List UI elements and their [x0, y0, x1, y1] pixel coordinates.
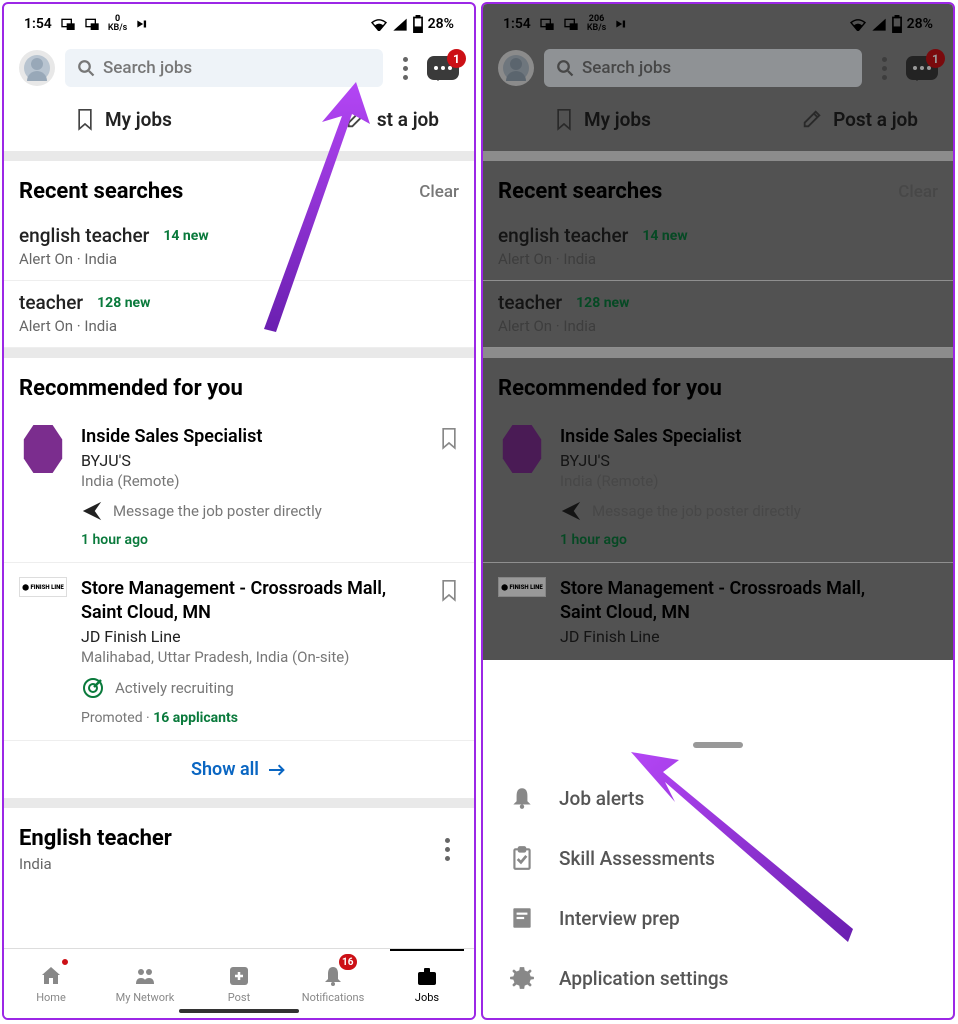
network-speed: 0KB/s — [108, 15, 127, 33]
status-bar: 1:54 0KB/s 28% — [4, 4, 474, 44]
briefcase-icon — [415, 964, 439, 988]
edit-icon — [801, 108, 823, 130]
my-jobs-tab[interactable]: My jobs — [554, 107, 651, 131]
avatar[interactable] — [19, 50, 55, 86]
company-logo: ⬤ FINISH LINE — [498, 577, 546, 625]
clear-button[interactable]: Clear — [419, 182, 459, 202]
job-card[interactable]: Inside Sales Specialist BYJU'S India (Re… — [483, 411, 953, 563]
nav-post[interactable]: Post — [192, 949, 286, 1018]
indicator-icon — [135, 17, 149, 31]
status-bar: 1:54 206KB/s 28% — [483, 4, 953, 44]
battery-text: 28% — [907, 16, 933, 32]
bookmark-icon — [75, 107, 95, 131]
bottom-sheet: Job alerts Skill Assessments Interview p… — [483, 728, 953, 1018]
company-logo — [19, 425, 67, 473]
pip-icon-2 — [84, 16, 100, 32]
plus-icon — [227, 964, 251, 988]
messages-button[interactable]: 1 — [906, 56, 938, 80]
battery-icon — [412, 15, 424, 33]
sheet-application-settings[interactable]: Application settings — [483, 948, 953, 1008]
nav-badge: 16 — [339, 954, 356, 970]
job-card[interactable]: ⬤ FINISH LINE Store Management - Crossro… — [4, 563, 474, 741]
job-card[interactable]: ⬤ FINISH LINE Store Management - Crossro… — [483, 563, 953, 660]
home-handle[interactable] — [179, 1009, 299, 1013]
messages-badge: 1 — [447, 49, 466, 68]
show-all-button[interactable]: Show all — [4, 741, 474, 798]
search-input[interactable]: Search jobs — [65, 49, 383, 87]
send-icon — [560, 500, 582, 522]
search-icon — [556, 59, 574, 77]
recent-searches-title: Recent searches — [19, 179, 183, 204]
home-icon — [39, 964, 63, 988]
sheet-handle[interactable] — [693, 742, 743, 748]
pip-icon — [539, 16, 555, 32]
status-time: 1:54 — [24, 16, 52, 32]
more-button[interactable] — [435, 826, 459, 873]
bell-icon — [509, 785, 535, 811]
post-job-tab[interactable]: Post a job — [801, 107, 918, 131]
avatar[interactable] — [498, 50, 534, 86]
bookmark-button[interactable] — [918, 577, 938, 646]
target-icon — [81, 676, 105, 700]
recent-searches-title: Recent searches — [498, 179, 662, 204]
job-card[interactable]: Inside Sales Specialist BYJU'S India (Re… — [4, 411, 474, 563]
signal-icon — [392, 17, 408, 31]
nav-notifications[interactable]: Notifications 16 — [286, 949, 380, 1018]
nav-badge — [60, 957, 70, 967]
more-menu-button[interactable] — [393, 57, 417, 80]
recommended-title: Recommended for you — [19, 376, 243, 401]
search-icon — [77, 59, 95, 77]
signal-icon — [871, 17, 887, 31]
network-speed: 206KB/s — [587, 15, 606, 33]
wifi-icon — [849, 17, 867, 31]
clear-button[interactable]: Clear — [898, 182, 938, 202]
recent-search-item[interactable]: teacher 128 new Alert On · India — [4, 281, 474, 348]
battery-icon — [891, 15, 903, 33]
more-menu-button[interactable] — [872, 57, 896, 80]
status-time: 1:54 — [503, 16, 531, 32]
sheet-interview-prep[interactable]: Interview prep — [483, 888, 953, 948]
bookmark-button[interactable] — [439, 577, 459, 726]
bookmark-button[interactable] — [918, 425, 938, 548]
nav-network[interactable]: My Network — [98, 949, 192, 1018]
arrow-right-icon — [267, 762, 287, 778]
post-job-tab[interactable]: st a job — [345, 107, 439, 131]
network-icon — [133, 964, 157, 988]
my-jobs-tab[interactable]: My jobs — [75, 107, 172, 131]
indicator-icon — [614, 17, 628, 31]
send-icon — [81, 500, 103, 522]
search-input[interactable]: Search jobs — [544, 49, 862, 87]
gear-icon — [509, 965, 535, 991]
sheet-job-alerts[interactable]: Job alerts — [483, 768, 953, 828]
phone-right: 1:54 206KB/s 28% Search jobs — [481, 2, 955, 1020]
messages-badge: 1 — [926, 49, 945, 68]
bookmark-button[interactable] — [439, 425, 459, 548]
nav-jobs[interactable]: Jobs — [380, 949, 474, 1018]
nav-home[interactable]: Home — [4, 949, 98, 1018]
company-logo — [498, 425, 546, 473]
sheet-skill-assessments[interactable]: Skill Assessments — [483, 828, 953, 888]
recent-search-item[interactable]: english teacher 14 new Alert On · India — [483, 214, 953, 281]
bookmark-icon — [439, 577, 459, 603]
bookmark-icon — [439, 425, 459, 451]
phone-left: 1:54 0KB/s 28% Search jobs — [2, 2, 476, 1020]
document-icon — [509, 905, 535, 931]
company-logo: ⬤ FINISH LINE — [19, 577, 67, 625]
recommended-title: Recommended for you — [498, 376, 722, 401]
messages-button[interactable]: 1 — [427, 56, 459, 80]
edit-icon — [345, 108, 367, 130]
recent-search-item[interactable]: english teacher 14 new Alert On · India — [4, 214, 474, 281]
bookmark-icon — [554, 107, 574, 131]
bottom-nav: Home My Network Post Notifications 16 Jo… — [4, 948, 474, 1018]
pip-icon-2 — [563, 16, 579, 32]
pip-icon — [60, 16, 76, 32]
bookmark-icon — [918, 577, 938, 603]
clipboard-icon — [509, 845, 535, 871]
bookmark-icon — [918, 425, 938, 451]
battery-text: 28% — [428, 16, 454, 32]
wifi-icon — [370, 17, 388, 31]
section-title: English teacher — [19, 826, 172, 851]
recent-search-item[interactable]: teacher 128 new Alert On · India — [483, 281, 953, 348]
